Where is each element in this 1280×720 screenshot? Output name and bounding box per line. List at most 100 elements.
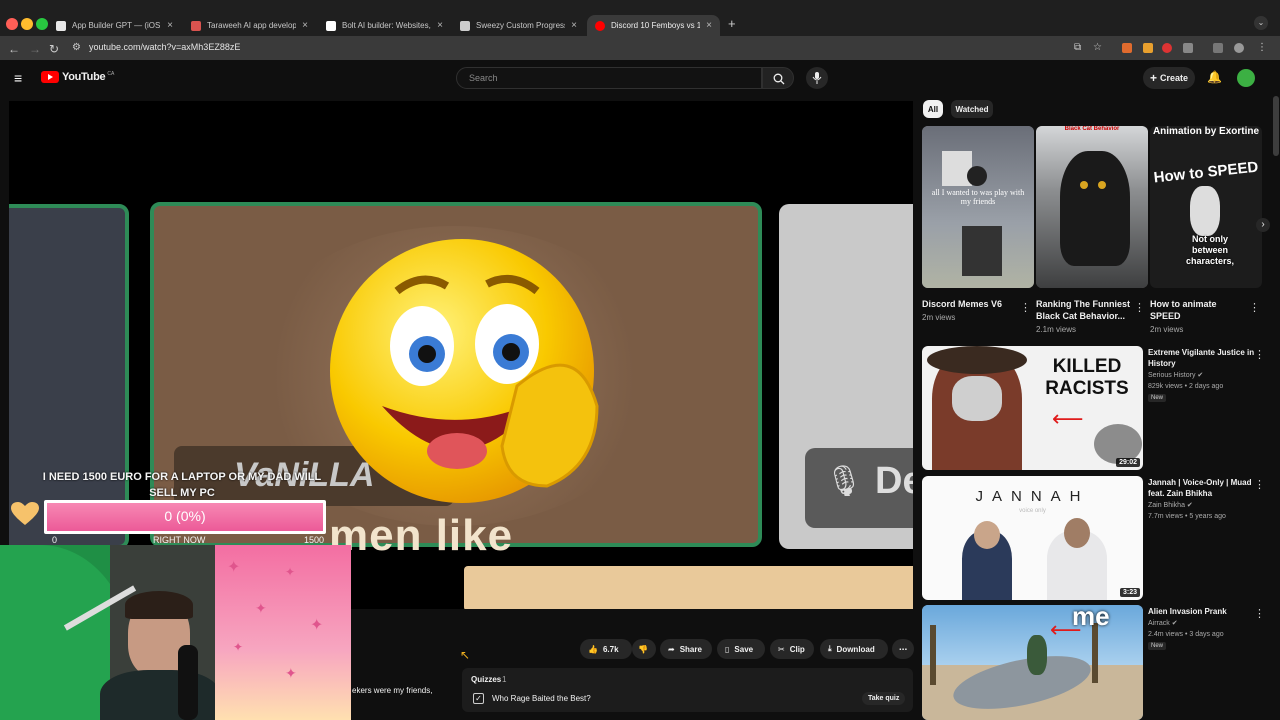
extension-icon[interactable] (1143, 43, 1153, 53)
forward-icon[interactable]: → (29, 42, 41, 56)
address-bar-row: ← → ↻ ⚙ youtube.com/watch?v=axMh3EZ88zE … (0, 36, 1280, 60)
tab-favicon-icon (326, 20, 336, 31)
close-tab-icon[interactable]: × (706, 20, 712, 31)
voice-search-button[interactable] (806, 67, 828, 89)
filter-chip-all[interactable]: All (923, 100, 943, 118)
url-field[interactable]: youtube.com/watch?v=axMh3EZ88zE (89, 42, 240, 52)
video-thumbnail[interactable]: KILLED RACISTS ⟵ 29:02 (922, 346, 1143, 470)
search-button[interactable] (762, 67, 794, 89)
more-options-icon[interactable]: ⋮ (1254, 348, 1265, 361)
browser-menu-icon[interactable]: ⋮ (1257, 42, 1267, 53)
goal-max-label: 1500 (304, 535, 325, 545)
maximize-window-button[interactable] (36, 18, 48, 30)
site-info-icon[interactable]: ⚙ (72, 42, 81, 53)
media-control-icon[interactable] (1213, 43, 1223, 53)
bookmark-star-icon[interactable]: ☆ (1093, 42, 1102, 53)
browser-tab-active[interactable]: Discord 10 Femboys vs 1 × (587, 15, 720, 36)
close-tab-icon[interactable]: × (167, 20, 173, 31)
scissors-icon: ✂ (778, 644, 785, 654)
extension-icon[interactable] (1162, 43, 1172, 53)
share-button[interactable]: ➦ Share (660, 639, 712, 659)
short-thumbnail[interactable]: Black Cat Behavior (1036, 126, 1148, 288)
more-options-icon[interactable]: ⋮ (1020, 301, 1031, 314)
download-button[interactable]: ⤓ Download (820, 639, 888, 659)
new-tab-icon[interactable]: + (728, 16, 736, 31)
red-arrow-icon: ⟵ (1052, 406, 1084, 431)
profile-icon[interactable] (1234, 43, 1244, 53)
youtube-header: ≡ YouTube CA Search + Create 🔔 (0, 60, 1280, 96)
more-options-icon[interactable]: ⋮ (1254, 478, 1265, 491)
shorts-next-arrow-icon[interactable]: › (1256, 218, 1270, 232)
search-input[interactable]: Search (456, 67, 762, 89)
dislike-button[interactable]: 👎 (632, 639, 656, 659)
extension-icon[interactable] (1122, 43, 1132, 53)
verified-icon: ✔ (1197, 372, 1204, 379)
bookmark-icon: ▯ (725, 644, 730, 654)
video-panel-right: 🎙 De (779, 204, 913, 549)
video-duration-badge: 3:23 (1119, 588, 1140, 597)
youtube-logo[interactable]: YouTube CA (41, 71, 114, 83)
goal-current-label: RIGHT NOW (153, 535, 206, 545)
video-lower-strip (464, 566, 913, 609)
extensions-puzzle-icon[interactable] (1183, 43, 1193, 53)
share-icon: ➦ (668, 644, 675, 654)
tab-favicon-icon (595, 20, 605, 31)
page-scrollbar[interactable] (1272, 96, 1280, 720)
verified-icon: ✔ (1186, 502, 1193, 509)
take-quiz-button[interactable]: Take quiz (862, 692, 906, 705)
video-thumbnail[interactable]: JANNAH voice only 3:23 (922, 476, 1143, 600)
browser-tab[interactable]: Sweezy Custom Progress Bar× (452, 15, 585, 36)
microphone-icon (812, 72, 822, 84)
tab-search-icon[interactable]: ⌄ (1254, 16, 1268, 30)
notifications-bell-icon[interactable]: 🔔 (1207, 70, 1222, 84)
muted-mic-icon: 🎙 (825, 465, 864, 498)
more-options-icon[interactable]: ⋮ (1134, 301, 1145, 314)
install-app-icon[interactable]: ⧉ (1074, 42, 1081, 53)
more-options-icon[interactable]: ⋮ (1254, 607, 1265, 620)
video-thumbnail[interactable]: me ⟵ (922, 605, 1143, 720)
goal-text: I NEED 1500 EURO FOR A LAPTOP OR MY DAD … (42, 471, 322, 499)
short-thumbnail[interactable]: all I wanted to was play with my friends (922, 126, 1034, 288)
filter-chip-watched[interactable]: Watched (951, 100, 993, 118)
more-actions-button[interactable]: ⋯ (892, 639, 914, 659)
search-icon (773, 73, 785, 85)
cursor-icon: ↖ (460, 648, 471, 662)
video-caption: men like (329, 511, 514, 560)
tab-favicon-icon (191, 20, 201, 31)
heart-icon (11, 502, 39, 525)
close-tab-icon[interactable]: × (437, 20, 443, 31)
browser-tab[interactable]: Taraweeh AI app developme× (183, 15, 316, 36)
goal-progress-bar: 0 (0%) (44, 500, 326, 534)
create-button[interactable]: + Create (1143, 67, 1195, 89)
webcam-feed (0, 545, 215, 720)
download-icon: ⤓ (828, 644, 832, 653)
more-options-icon[interactable]: ⋮ (1249, 301, 1260, 314)
plus-icon: + (1149, 71, 1157, 85)
description-snippet: ekers were my friends, (352, 686, 433, 695)
checkbox-icon: ✓ (473, 693, 484, 704)
goal-min-label: 0 (52, 535, 58, 545)
tab-favicon-icon (56, 20, 66, 31)
red-arrow-icon: ⟵ (1050, 617, 1082, 642)
close-tab-icon[interactable]: × (302, 20, 308, 31)
reload-icon[interactable]: ↻ (49, 42, 59, 56)
like-button[interactable]: 👍 6.7k (580, 639, 632, 659)
avatar[interactable] (1237, 69, 1255, 87)
minimize-window-button[interactable] (21, 18, 33, 30)
verified-icon: ✔ (1171, 620, 1178, 627)
close-window-button[interactable] (6, 18, 18, 30)
close-tab-icon[interactable]: × (571, 20, 577, 31)
back-icon[interactable]: ← (8, 42, 20, 56)
hamburger-menu-icon[interactable]: ≡ (14, 70, 22, 86)
browser-tab[interactable]: Bolt AI builder: Websites, app× (318, 15, 451, 36)
save-button[interactable]: ▯ Save (717, 639, 765, 659)
browser-tab[interactable]: App Builder GPT — (iOS & An× (48, 15, 181, 36)
browser-tab-strip: App Builder GPT — (iOS & An× Taraweeh AI… (0, 0, 1280, 36)
quiz-card: Quizzes 1 ✓ Who Rage Baited the Best? Ta… (462, 668, 913, 712)
short-thumbnail[interactable]: Animation by Exortine How to SPEED Not o… (1150, 126, 1262, 288)
clip-button[interactable]: ✂ Clip (770, 639, 814, 659)
emoji-graphic (330, 239, 599, 503)
sparkle-overlay: ✦ ✦ ✦ ✦ ✦ ✦ (215, 545, 351, 720)
youtube-play-logo-icon (41, 71, 59, 83)
more-horizontal-icon: ⋯ (899, 644, 907, 654)
